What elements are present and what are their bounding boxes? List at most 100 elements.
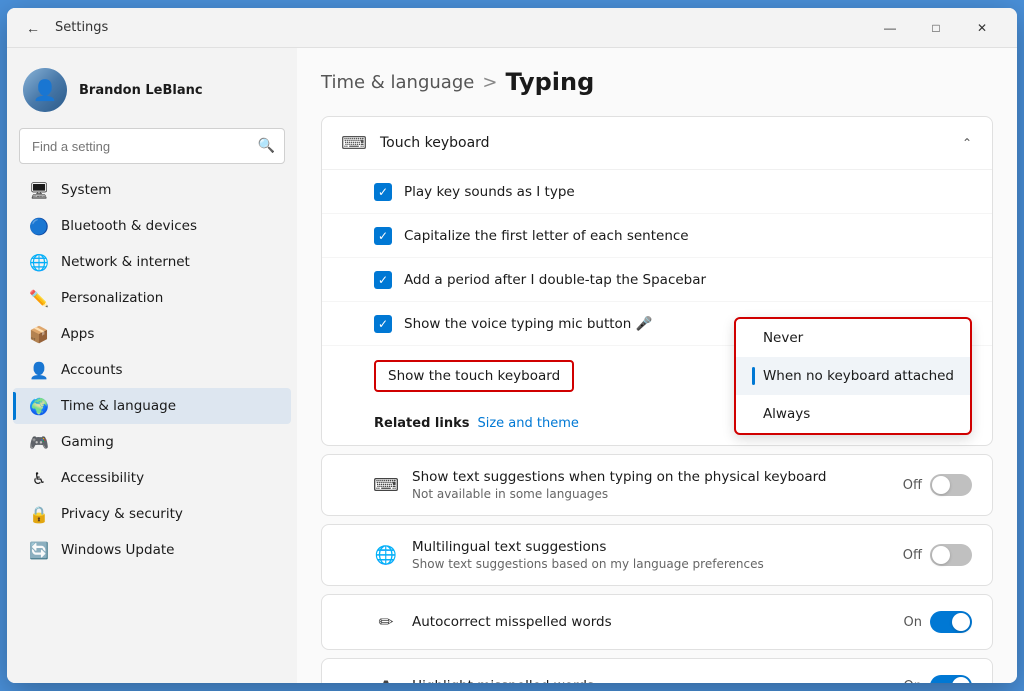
highlight-misspelled-row: A̲ Highlight misspelled words On [322,659,992,683]
multilingual-title: Multilingual text suggestions [412,539,889,555]
autocorrect-toggle-label: On [904,615,922,630]
autocorrect-icon: ✏ [374,610,398,634]
multilingual-card: 🌐 Multilingual text suggestions Show tex… [321,524,993,586]
setting-label-period: Add a period after I double-tap the Spac… [404,272,972,288]
selected-indicator [752,367,755,385]
sidebar-item-label: Time & language [61,398,176,414]
show-touch-keyboard-label[interactable]: Show the touch keyboard [374,360,574,392]
close-button[interactable]: ✕ [959,8,1005,48]
checkbox-voice-typing[interactable] [374,315,392,333]
highlight-misspelled-toggle[interactable] [930,675,972,683]
size-and-theme-link[interactable]: Size and theme [477,416,578,431]
autocorrect-toggle[interactable] [930,611,972,633]
sidebar-item-personalization[interactable]: ✏️ Personalization [13,280,291,316]
text-suggestions-toggle-group: Off [903,474,972,496]
dropdown-option-when-no-keyboard[interactable]: When no keyboard attached [736,357,970,395]
update-icon: 🔄 [29,540,49,560]
touch-keyboard-body: Play key sounds as I type Capitalize the… [322,169,992,445]
text-suggestions-subtitle: Not available in some languages [412,487,889,501]
window-controls: — □ ✕ [867,8,1005,48]
sidebar-item-accounts[interactable]: 👤 Accounts [13,352,291,388]
text-suggestions-toggle[interactable] [930,474,972,496]
highlight-misspelled-icon: A̲ [374,674,398,683]
breadcrumb-separator: > [482,72,497,93]
setting-row-play-key-sounds: Play key sounds as I type [322,170,992,214]
search-box: 🔍 [19,128,285,164]
touch-keyboard-dropdown: Never When no keyboard attached Always [734,317,972,435]
text-suggestions-icon: ⌨ [374,473,398,497]
accounts-icon: 👤 [29,360,49,380]
sidebar-item-label: Network & internet [61,254,190,270]
apps-icon: 📦 [29,324,49,344]
option-label-never: Never [763,330,803,346]
setting-label-capitalize: Capitalize the first letter of each sent… [404,228,972,244]
sidebar-item-label: Bluetooth & devices [61,218,197,234]
sidebar-item-label: Accessibility [61,470,144,486]
multilingual-row: 🌐 Multilingual text suggestions Show tex… [322,525,992,585]
show-touch-keyboard-row: Show the touch keyboard Never When no ke… [322,346,992,406]
checkbox-play-key-sounds[interactable] [374,183,392,201]
active-indicator [13,392,16,420]
keyboard-icon: ⌨ [342,131,366,155]
autocorrect-row: ✏ Autocorrect misspelled words On [322,595,992,649]
sidebar-item-label: Gaming [61,434,114,450]
highlight-misspelled-toggle-group: On [904,675,972,683]
personalization-icon: ✏️ [29,288,49,308]
multilingual-text: Multilingual text suggestions Show text … [412,539,889,571]
highlight-misspelled-title: Highlight misspelled words [412,678,890,683]
sidebar-item-label: Accounts [61,362,123,378]
dropdown-option-never[interactable]: Never [736,319,970,357]
highlight-misspelled-toggle-label: On [904,679,922,684]
sidebar-item-windows-update[interactable]: 🔄 Windows Update [13,532,291,568]
system-icon: 🖥 [29,180,49,200]
avatar [23,68,67,112]
sidebar-item-network[interactable]: 🌐 Network & internet [13,244,291,280]
no-indicator [752,329,755,347]
sidebar-item-gaming[interactable]: 🎮 Gaming [13,424,291,460]
related-links-label: Related links [374,416,469,431]
sidebar-item-time-language[interactable]: 🌍 Time & language [13,388,291,424]
autocorrect-text: Autocorrect misspelled words [412,614,890,630]
sidebar-item-privacy-security[interactable]: 🔒 Privacy & security [13,496,291,532]
sidebar-item-label: Apps [61,326,94,342]
dropdown-option-always[interactable]: Always [736,395,970,433]
accessibility-icon: ♿ [29,468,49,488]
touch-keyboard-card: ⌨ Touch keyboard ⌃ Play key sounds as I … [321,116,993,446]
search-icon: 🔍 [258,138,275,154]
highlight-misspelled-card: A̲ Highlight misspelled words On [321,658,993,683]
maximize-button[interactable]: □ [913,8,959,48]
sidebar-item-label: Privacy & security [61,506,183,522]
sidebar-item-label: System [61,182,111,198]
multilingual-toggle-group: Off [903,544,972,566]
sidebar-item-accessibility[interactable]: ♿ Accessibility [13,460,291,496]
text-suggestions-title: Show text suggestions when typing on the… [412,469,889,485]
username: Brandon LeBlanc [79,83,203,98]
multilingual-toggle[interactable] [930,544,972,566]
main-content: Time & language > Typing ⌨ Touch keyboar… [297,48,1017,683]
chevron-up-icon: ⌃ [962,136,972,150]
sidebar-item-apps[interactable]: 📦 Apps [13,316,291,352]
window-title: Settings [55,20,108,35]
multilingual-icon: 🌐 [374,543,398,567]
sidebar-item-system[interactable]: 🖥 System [13,172,291,208]
setting-row-period: Add a period after I double-tap the Spac… [322,258,992,302]
back-button[interactable]: ← [19,14,47,42]
highlight-misspelled-text: Highlight misspelled words [412,678,890,683]
avatar-image [23,68,67,112]
no-indicator [752,405,755,423]
touch-keyboard-header[interactable]: ⌨ Touch keyboard ⌃ [322,117,992,169]
minimize-button[interactable]: — [867,8,913,48]
breadcrumb-parent[interactable]: Time & language [321,72,474,93]
sidebar-item-label: Windows Update [61,542,174,558]
setting-row-capitalize: Capitalize the first letter of each sent… [322,214,992,258]
multilingual-subtitle: Show text suggestions based on my langua… [412,557,889,571]
checkbox-period[interactable] [374,271,392,289]
autocorrect-card: ✏ Autocorrect misspelled words On [321,594,993,650]
multilingual-toggle-label: Off [903,548,922,563]
sidebar-item-bluetooth[interactable]: 🔵 Bluetooth & devices [13,208,291,244]
text-suggestions-row: ⌨ Show text suggestions when typing on t… [322,455,992,515]
search-input[interactable] [19,128,285,164]
checkbox-capitalize[interactable] [374,227,392,245]
option-label-always: Always [763,406,810,422]
user-profile: Brandon LeBlanc [7,60,297,128]
